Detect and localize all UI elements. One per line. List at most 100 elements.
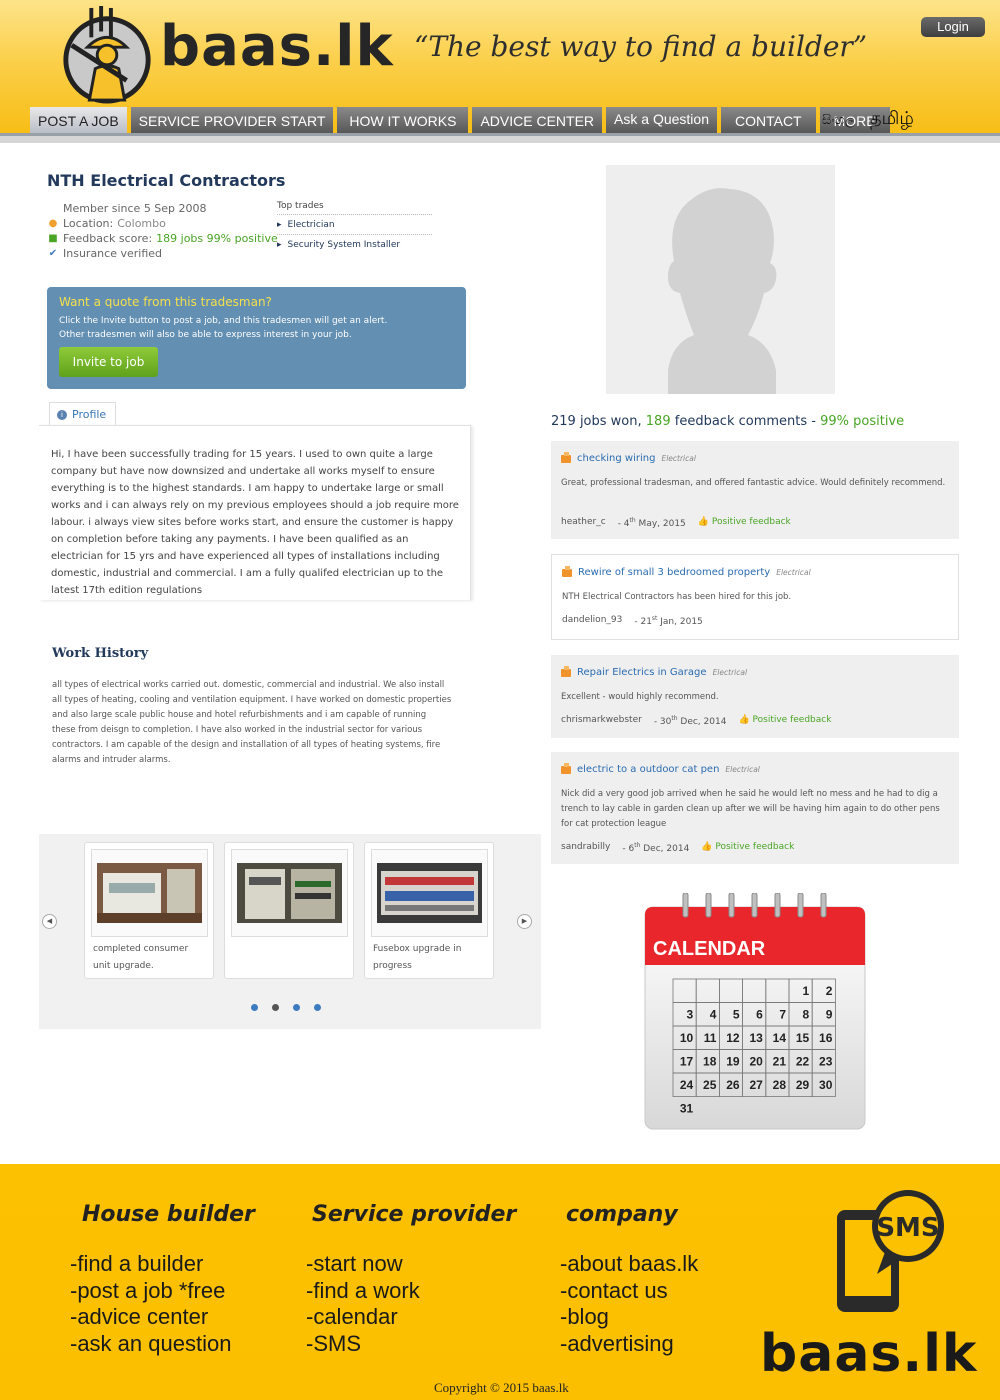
calendar-day[interactable]: 16 [819, 1031, 833, 1045]
footer-link[interactable]: -blog [560, 1304, 698, 1331]
nav-service-provider-start[interactable]: SERVICE PROVIDER START [130, 107, 334, 134]
feedback-user: chrismarkwebster [561, 715, 642, 725]
gallery-item[interactable] [224, 842, 354, 979]
trade-item[interactable]: ▸ Security System Installer [277, 235, 432, 254]
calendar-day[interactable]: 27 [749, 1078, 763, 1092]
site-header: baas.lk “The best way to find a builder”… [0, 0, 1000, 136]
calendar-day[interactable]: 23 [819, 1055, 833, 1069]
footer-link[interactable]: -find a builder [70, 1251, 231, 1278]
tab-profile[interactable]: i Profile [49, 402, 116, 426]
feedback-job-link[interactable]: Rewire of small 3 bedroomed property [578, 567, 770, 578]
consumer-unit-photo [97, 863, 202, 923]
footer-link[interactable]: -advice center [70, 1304, 231, 1331]
job-icon [561, 451, 571, 463]
top-trades: Top trades ▸ Electrician ▸ Security System… [277, 201, 432, 254]
feedback-job-link[interactable]: electric to a outdoor cat pen [577, 764, 719, 775]
calendar-day[interactable]: 1 [803, 984, 810, 998]
pagination-dot[interactable] [272, 1004, 279, 1011]
footer-link[interactable]: -about baas.lk [560, 1251, 698, 1278]
lang-sinhala-link[interactable]: සිංහල [822, 113, 855, 128]
tab-profile-label: Profile [72, 407, 107, 421]
footer-link[interactable]: -advertising [560, 1331, 698, 1358]
calendar-day[interactable]: 28 [773, 1078, 787, 1092]
pagination-dot[interactable] [293, 1004, 300, 1011]
calendar-day[interactable]: 31 [680, 1102, 694, 1116]
pagination-dot[interactable] [314, 1004, 321, 1011]
gallery-item[interactable]: completed consumer unit upgrade. [84, 842, 214, 979]
location-row: ● Location: Colombo [47, 216, 278, 231]
logo-wordmark[interactable]: baas.lk [160, 14, 394, 79]
calendar-day[interactable]: 15 [796, 1031, 810, 1045]
calendar-day[interactable]: 6 [756, 1008, 763, 1022]
calendar-day[interactable]: 26 [726, 1078, 740, 1092]
calendar-day[interactable]: 14 [773, 1031, 787, 1045]
nav-advice-center[interactable]: ADVICE CENTER [472, 107, 603, 134]
quote-description: Click the Invite button to post a job, a… [59, 316, 388, 340]
feedback-job-link[interactable]: Repair Electrics in Garage [577, 667, 707, 678]
calendar-day[interactable]: 10 [680, 1031, 694, 1045]
nav-ask-a-question[interactable]: Ask a Question [606, 107, 717, 134]
info-icon: i [57, 409, 67, 420]
footer-link[interactable]: -find a work [306, 1278, 420, 1305]
sms-phone-icon[interactable]: SMS [833, 1190, 951, 1314]
nav-post-a-job[interactable]: POST A JOB [30, 107, 127, 134]
invite-to-job-button[interactable]: Invite to job [59, 347, 158, 377]
feedback-icon: ■ [48, 233, 58, 244]
calendar-day[interactable]: 19 [726, 1055, 740, 1069]
feedback-date: - 30th Dec, 2014 [653, 715, 727, 727]
calendar-day[interactable]: 5 [733, 1008, 740, 1022]
calendar-day[interactable]: 12 [726, 1031, 740, 1045]
gallery-thumbnail[interactable] [91, 849, 208, 937]
copyright: Copyright © 2015 baas.lk [434, 1380, 569, 1395]
feedback-job-link[interactable]: checking wiring [577, 453, 655, 464]
calendar-day[interactable]: 9 [826, 1008, 833, 1022]
calendar-day[interactable]: 24 [680, 1078, 694, 1092]
footer-link[interactable]: -calendar [306, 1304, 420, 1331]
calendar-day[interactable]: 2 [826, 984, 833, 998]
calendar-day[interactable]: 18 [703, 1055, 717, 1069]
gallery-thumbnail[interactable] [371, 849, 488, 937]
login-button[interactable]: Login [921, 17, 985, 37]
calendar-day[interactable]: 17 [680, 1055, 694, 1069]
positive-feedback-badge: 👍 Positive feedback [738, 715, 832, 725]
footer-link[interactable]: -ask an question [70, 1331, 231, 1358]
calendar-day[interactable]: 11 [704, 1031, 717, 1045]
chevron-right-icon[interactable]: ▶ [517, 914, 532, 929]
calendar-day[interactable]: 4 [710, 1008, 717, 1022]
calendar-day[interactable]: 13 [749, 1031, 763, 1045]
footer-link[interactable]: -start now [306, 1251, 420, 1278]
feedback-row: ■ Feedback score: 189 jobs 99% positive [47, 231, 278, 246]
calendar-day[interactable]: 8 [803, 1008, 810, 1022]
feedback-user: heather_c [561, 517, 606, 527]
member-since: Member since 5 Sep 2008 [63, 202, 207, 215]
calendar-day[interactable]: 22 [796, 1055, 810, 1069]
job-stats: 219 jobs won, 189 feedback comments - 99… [551, 414, 904, 429]
calendar-day[interactable]: 21 [773, 1055, 787, 1069]
calendar-day[interactable]: 7 [779, 1008, 786, 1022]
calendar-day[interactable]: 29 [796, 1078, 810, 1092]
positive-feedback-badge: 👍 Positive feedback [701, 842, 795, 852]
footer-logo-wordmark[interactable]: baas.lk [760, 1324, 978, 1384]
gallery-thumbnail[interactable] [231, 849, 348, 937]
feedback-value[interactable]: 189 jobs 99% positive [156, 231, 278, 246]
calendar-day[interactable]: 30 [819, 1078, 833, 1092]
nav-contact[interactable]: CONTACT [720, 107, 816, 134]
trade-item[interactable]: ▸ Electrician [277, 215, 432, 235]
calendar-day[interactable]: 3 [687, 1008, 694, 1022]
footer-link[interactable]: -SMS [306, 1331, 420, 1358]
header-divider [0, 133, 1000, 143]
nav-how-it-works[interactable]: HOW IT WORKS [337, 107, 469, 134]
builder-logo-icon[interactable] [58, 6, 156, 104]
footer-link[interactable]: -contact us [560, 1278, 698, 1305]
footer-link[interactable]: -post a job *free [70, 1278, 231, 1305]
lang-tamil-link[interactable]: தமிழ் [870, 108, 914, 129]
work-history-text: all types of electrical works carried ou… [52, 680, 452, 765]
calendar-widget[interactable]: CALENDAR 1 2 3 4 5 6 7 8 9 10 11 12 13 14 15 16 17 18 19 20… [643, 892, 867, 1138]
feedback-category: Electrical [776, 568, 811, 577]
calendar-ring [774, 892, 781, 918]
calendar-day[interactable]: 25 [703, 1078, 717, 1092]
chevron-left-icon[interactable]: ◀ [42, 914, 57, 929]
pagination-dot[interactable] [251, 1004, 258, 1011]
calendar-day[interactable]: 20 [749, 1055, 763, 1069]
gallery-item[interactable]: Fusebox upgrade in progress [364, 842, 494, 979]
